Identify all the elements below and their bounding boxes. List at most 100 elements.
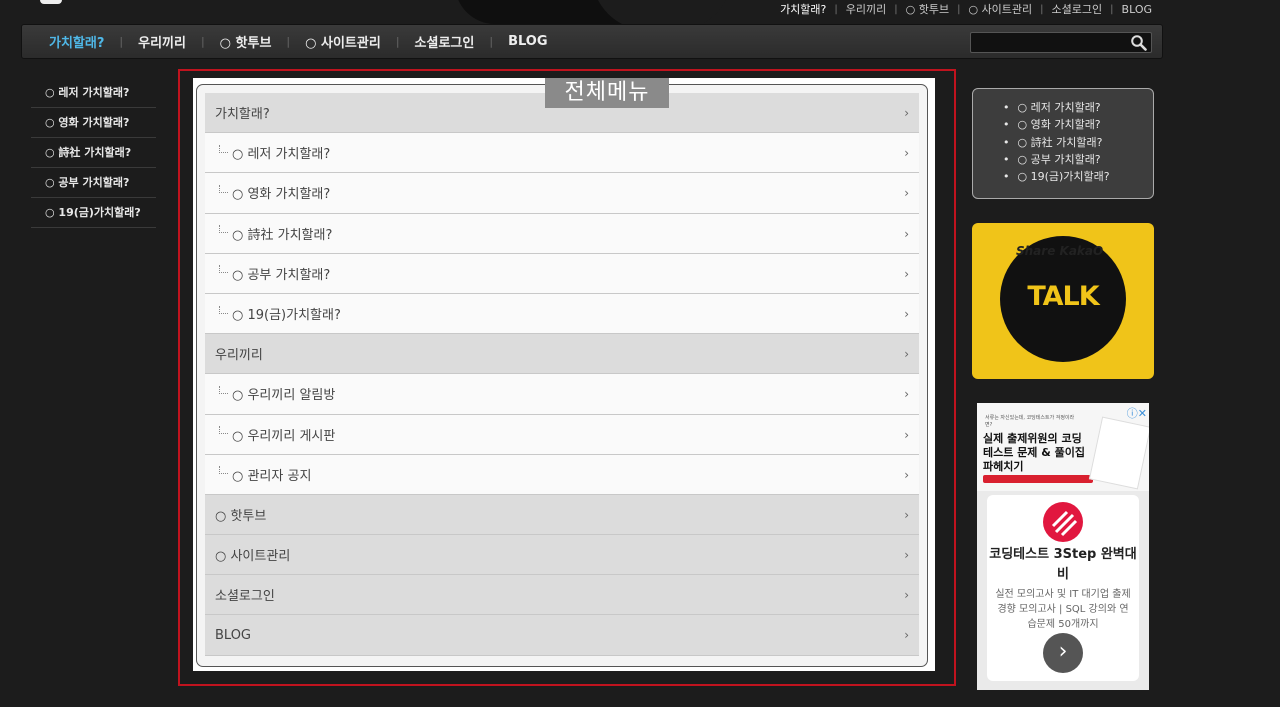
menu-row-label: 소셜로그인 [215, 589, 275, 605]
nav-item-4[interactable]: 소셜로그인 [415, 32, 475, 51]
search-input[interactable] [973, 34, 1129, 51]
chevron-right-icon: › [904, 146, 909, 161]
tree-branch-icon [219, 426, 228, 435]
left-menu-item[interactable]: ○ 詩社 가치할래? [31, 138, 156, 168]
ad-header: 서류는 자신있는데, 코딩테스트가 걱정이라면? 실제 출제위원의 코딩 테스트… [977, 403, 1149, 491]
menu-row-label: ○ 우리끼리 게시판 [232, 428, 336, 444]
tree-branch-icon [219, 225, 228, 234]
menu-category-row[interactable]: ○ 사이트관리 › [205, 535, 919, 576]
menu-subitem-row[interactable]: ○ 우리끼리 알림방 › [205, 374, 919, 415]
chevron-right-icon: › [904, 106, 909, 120]
top-link-separator: | [834, 3, 838, 15]
nav-item-3[interactable]: ○ 사이트관리 [305, 32, 381, 51]
kakao-share-banner[interactable]: Share KakaO TALK [972, 223, 1154, 379]
right-menu-item[interactable]: ○ 레저 가치할래? [1003, 99, 1153, 116]
nav-separator: | [395, 35, 400, 48]
top-link-4[interactable]: 소셜로그인 [1052, 1, 1103, 17]
menu-row-label: 가치할래? [215, 107, 270, 123]
menu-row-label: ○ 레저 가치할래? [232, 147, 331, 163]
full-menu-frame: 전체메뉴 가치할래? › ○ 레저 가치할래? › ○ 영화 가치할래? › ○ 詩社 가치… [178, 69, 956, 686]
search-icon[interactable] [1130, 34, 1148, 52]
menu-row-label: ○ 영화 가치할래? [232, 187, 331, 203]
ad-card-description: 실전 모의고사 및 IT 대기업 출제 경향 모의고사 | SQL 강의와 연습… [995, 589, 1131, 630]
kakao-talk-label: TALK [1027, 281, 1099, 312]
ad-headline: 실제 출제위원의 코딩 테스트 문제 & 풀이집 파헤치기 [983, 432, 1086, 473]
ad-banner[interactable]: 서류는 자신있는데, 코딩테스트가 걱정이라면? 실제 출제위원의 코딩 테스트… [977, 403, 1149, 690]
right-menu-item[interactable]: ○ 詩社 가치할래? [1003, 134, 1153, 151]
menu-row-label: ○ 핫투브 [215, 508, 267, 524]
nav-item-5[interactable]: BLOG [508, 34, 547, 49]
chevron-right-icon: › [904, 588, 909, 603]
top-link-1[interactable]: 우리끼리 [846, 1, 886, 17]
tree-branch-icon [219, 184, 228, 193]
menu-subitem-row[interactable]: ○ 레저 가치할래? › [205, 133, 919, 174]
nav-item-1[interactable]: 우리끼리 [138, 32, 186, 51]
right-menu-item[interactable]: ○ 공부 가치할래? [1003, 151, 1153, 168]
menu-subitem-row[interactable]: ○ 영화 가치할래? › [205, 173, 919, 214]
top-link-2[interactable]: ○ 핫투브 [906, 1, 949, 17]
menu-category-row[interactable]: ○ 핫투브 › [205, 494, 919, 536]
right-menu-item[interactable]: ○ 영화 가치할래? [1003, 116, 1153, 133]
tree-branch-icon [219, 265, 228, 274]
left-menu-item[interactable]: ○ 레저 가치할래? [31, 78, 156, 108]
ad-logo-stripes-icon [1051, 510, 1078, 537]
menu-row-label: ○ 사이트관리 [215, 549, 291, 565]
chevron-right-icon: › [904, 548, 909, 563]
menu-row-label: ○ 詩社 가치할래? [232, 227, 333, 243]
menu-subitem-row[interactable]: ○ 우리끼리 게시판 › [205, 414, 919, 455]
logo-fragment [40, 0, 62, 4]
right-menu-list: ○ 레저 가치할래?○ 영화 가치할래?○ 詩社 가치할래?○ 공부 가치할래?… [973, 99, 1153, 185]
ad-logo-icon [1043, 502, 1083, 542]
left-menu-item[interactable]: ○ 공부 가치할래? [31, 168, 156, 198]
left-menu: ○ 레저 가치할래? ○ 영화 가치할래? ○ 詩社 가치할래? ○ 공부 가치할래?… [31, 78, 156, 228]
full-menu-list: 가치할래? › ○ 레저 가치할래? › ○ 영화 가치할래? › ○ 詩社 가치할래? › ○… [205, 93, 919, 656]
menu-row-label: ○ 우리끼리 알림방 [232, 388, 336, 404]
tree-branch-icon [219, 385, 228, 394]
menu-row-label: ○ 19(금)가치할래? [232, 308, 341, 324]
ad-next-button[interactable]: › [1043, 633, 1083, 673]
nav-separator: | [489, 35, 494, 48]
chevron-right-icon: › [904, 186, 909, 201]
ad-close-icon[interactable]: ⓘ✕ [1127, 405, 1147, 421]
chevron-right-icon: › [904, 507, 909, 522]
menu-row-label: ○ 관리자 공지 [232, 468, 312, 484]
nav-item-0[interactable]: 가치할래? [49, 32, 104, 51]
menu-row-label: ○ 공부 가치할래? [232, 267, 331, 283]
top-link-separator: | [957, 3, 961, 15]
menu-subitem-row[interactable]: ○ 공부 가치할래? › [205, 253, 919, 294]
left-menu-item[interactable]: ○ 영화 가치할래? [31, 108, 156, 138]
menu-subitem-row[interactable]: ○ 詩社 가치할래? › [205, 213, 919, 254]
full-menu-container: 가치할래? › ○ 레저 가치할래? › ○ 영화 가치할래? › ○ 詩社 가치할래? › ○… [196, 84, 928, 667]
nav-separator: | [200, 35, 205, 48]
menu-category-row[interactable]: 소셜로그인 › [205, 575, 919, 616]
tree-branch-icon [219, 466, 228, 475]
tree-branch-icon [219, 144, 228, 153]
menu-category-row[interactable]: BLOG › [205, 615, 919, 656]
right-menu-item[interactable]: ○ 19(금)가치할래? [1003, 168, 1153, 185]
search-box [970, 32, 1152, 53]
main-nav: 가치할래? | 우리끼리 | ○ 핫투브 | ○ 사이트관리 | 소셜로그인 | BLOG [21, 24, 1163, 59]
chevron-right-icon: › [904, 347, 909, 362]
menu-row-label: BLOG [215, 627, 252, 643]
top-link-5[interactable]: BLOG [1122, 3, 1152, 16]
menu-category-row[interactable]: 우리끼리 › [205, 334, 919, 375]
right-menu-box: ○ 레저 가치할래?○ 영화 가치할래?○ 詩社 가치할래?○ 공부 가치할래?… [972, 88, 1154, 199]
left-menu-item[interactable]: ○ 19(금)가치할래? [31, 198, 156, 228]
ad-card-title: 코딩테스트 3Step 완벽대비 [989, 547, 1137, 582]
nav-separator: | [119, 35, 124, 48]
ad-card[interactable]: 코딩테스트 3Step 완벽대비 실전 모의고사 및 IT 대기업 출제 경향 … [987, 495, 1139, 681]
top-link-separator: | [1040, 3, 1044, 15]
chevron-right-icon: › [904, 628, 909, 643]
nav-item-2[interactable]: ○ 핫투브 [220, 32, 272, 51]
top-link-3[interactable]: ○ 사이트관리 [968, 1, 1032, 17]
chevron-right-icon: › [904, 467, 909, 482]
ad-document-image [1088, 416, 1149, 490]
chevron-right-icon: › [904, 306, 909, 321]
ad-red-strip [983, 475, 1093, 483]
menu-subitem-row[interactable]: ○ 19(금)가치할래? › [205, 293, 919, 335]
top-links: 가치할래? | 우리끼리 | ○ 핫투브 | ○ 사이트관리 | 소셜로그인 | BLOG [780, 1, 1152, 17]
top-link-0[interactable]: 가치할래? [780, 1, 826, 17]
tree-branch-icon [219, 305, 228, 314]
menu-subitem-row[interactable]: ○ 관리자 공지 › [205, 454, 919, 495]
top-link-separator: | [894, 3, 898, 15]
